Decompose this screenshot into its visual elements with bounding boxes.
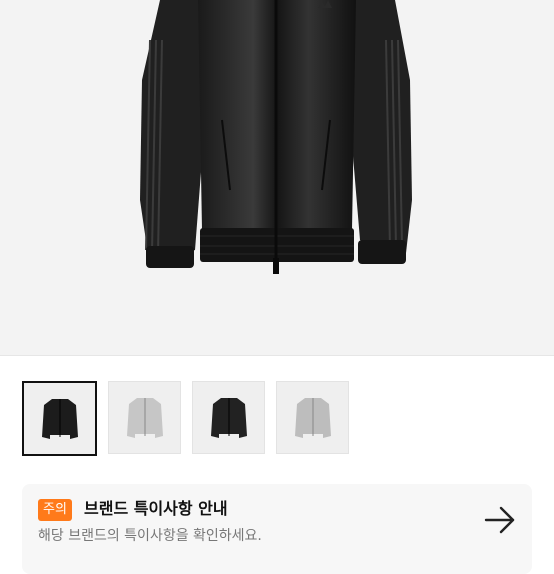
- jacket-thumb-icon: [294, 397, 331, 438]
- arrow-right-icon[interactable]: [484, 506, 516, 534]
- thumbnail-1[interactable]: [22, 381, 97, 456]
- jacket-thumb-icon: [126, 397, 163, 438]
- thumbnail-2[interactable]: [108, 381, 181, 454]
- warning-badge: 주의: [38, 499, 72, 521]
- thumbnail-3[interactable]: [192, 381, 265, 454]
- notice-title: 브랜드 특이사항 안내: [84, 499, 228, 518]
- jacket-illustration: [140, 0, 412, 274]
- brand-notice-card[interactable]: 주의 브랜드 특이사항 안내 해당 브랜드의 특이사항을 확인하세요.: [22, 484, 532, 574]
- thumbnail-strip: [22, 381, 349, 457]
- thumbnail-4[interactable]: [276, 381, 349, 454]
- product-main-image[interactable]: [0, 0, 554, 355]
- notice-description: 해당 브랜드의 특이사항을 확인하세요.: [38, 528, 262, 544]
- jacket-thumb-icon: [41, 398, 78, 439]
- section-divider: [0, 355, 554, 356]
- jacket-thumb-icon: [210, 397, 247, 438]
